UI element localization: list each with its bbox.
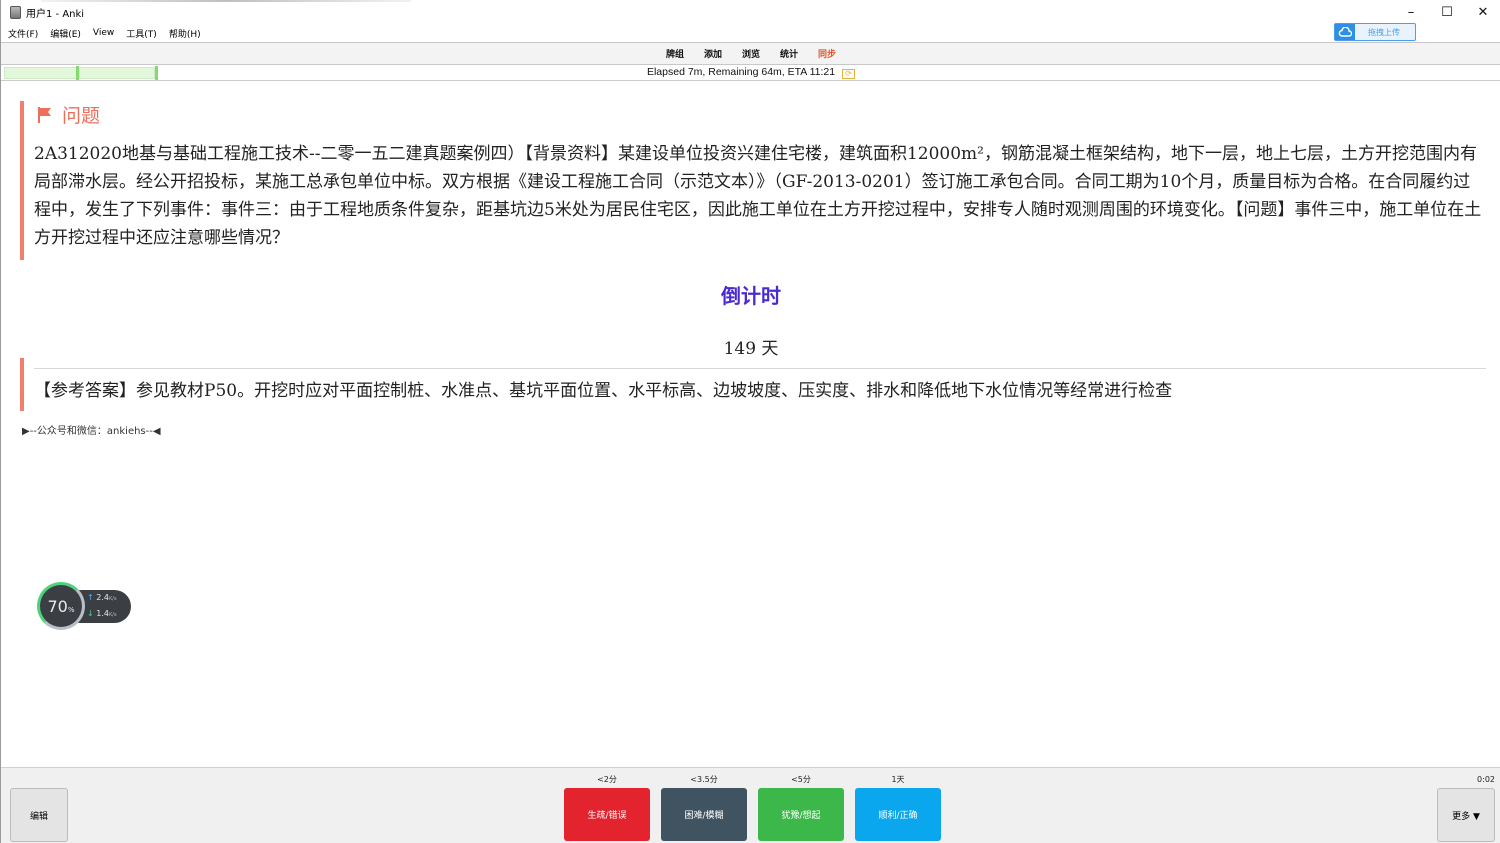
anki-app-icon <box>10 5 21 19</box>
flag-icon <box>38 106 52 123</box>
toolbar-sync[interactable]: 同步 <box>818 47 836 60</box>
maximize-button[interactable]: ☐ <box>1429 0 1465 24</box>
question-header: 问题 <box>38 101 100 128</box>
window-title: 用户1 - Anki <box>26 8 85 20</box>
upload-speed: ↑ 2.4K/s <box>87 593 117 602</box>
ease-button-good[interactable]: 犹豫/想起 <box>758 788 844 841</box>
toolbar-browse[interactable]: 浏览 <box>742 47 760 60</box>
toolbar-add[interactable]: 添加 <box>704 47 722 60</box>
title-bar: 用户1 - Anki – ☐ ✕ <box>1 0 1500 24</box>
progress-text-row: Elapsed 7m, Remaining 64m, ETA 11:21 ⟳ <box>1 66 1500 79</box>
main-toolbar: 牌组 添加 浏览 统计 同步 <box>1 42 1500 65</box>
close-button[interactable]: ✕ <box>1465 0 1500 24</box>
answer-block: 【参考答案】参见教材P50。开挖时应对平面控制桩、水准点、基坑平面位置、水平标高… <box>20 358 1486 411</box>
download-speed-value: 1.4 <box>96 609 109 618</box>
question-text: 2A312020地基与基础工程施工技术--二零一五二建真题案例四）【背景资料】某… <box>34 144 1482 248</box>
minimize-button[interactable]: – <box>1393 0 1429 24</box>
progress-status-text: Elapsed 7m, Remaining 64m, ETA 11:21 <box>646 66 836 78</box>
upload-speed-value: 2.4 <box>96 593 109 602</box>
card-view: 问题 2A312020地基与基础工程施工技术--二零一五二建真题案例四）【背景资… <box>1 82 1500 767</box>
drag-upload-label: 拖拽上传 <box>1368 27 1400 37</box>
question-block: 问题 2A312020地基与基础工程施工技术--二零一五二建真题案例四）【背景资… <box>20 101 1482 260</box>
footnote-text: ▶--公众号和微信：ankiehs--◀ <box>22 426 161 437</box>
toolbar-decks[interactable]: 牌组 <box>666 47 684 60</box>
countdown-title: 倒计时 <box>721 284 781 308</box>
drag-upload-button[interactable]: 拖拽上传 <box>1334 23 1416 41</box>
menu-tools[interactable]: 工具(T) <box>126 27 157 40</box>
memory-usage-percent: 70 <box>47 596 68 616</box>
menu-bar: 文件(F) 编辑(E) View 工具(T) 帮助(H) <box>1 25 213 41</box>
ease-interval-easy: 1天 <box>891 775 905 784</box>
question-heading: 问题 <box>62 105 101 127</box>
review-timer: 0:02 <box>1477 775 1495 784</box>
cloud-icon <box>1335 24 1355 40</box>
window-controls: – ☐ ✕ <box>1393 0 1500 24</box>
upload-arrow-icon: ↑ <box>87 593 94 602</box>
ease-interval-hard: <3.5分 <box>690 775 718 784</box>
answer-bar: 编辑 <2分 生疏/错误 <3.5分 困难/模糊 <5分 犹豫/想起 1天 顺利… <box>1 767 1500 843</box>
edit-button[interactable]: 编辑 <box>10 788 68 842</box>
memory-usage-unit: % <box>67 605 75 614</box>
answer-divider <box>34 368 1486 369</box>
more-button[interactable]: 更多 ▼ <box>1437 788 1495 842</box>
memory-usage-text: 70% <box>47 597 74 616</box>
ease-interval-good: <5分 <box>791 775 811 784</box>
menu-help[interactable]: 帮助(H) <box>169 27 201 40</box>
download-speed-unit: K/s <box>108 612 117 618</box>
answer-text: 【参考答案】参见教材P50。开挖时应对平面控制桩、水准点、基坑平面位置、水平标高… <box>34 381 1173 401</box>
review-progress-bar: Elapsed 7m, Remaining 64m, ETA 11:21 ⟳ <box>1 65 1500 81</box>
network-speed-widget[interactable]: 70% ↑ 2.4K/s ↓ 1.4K/s <box>37 582 133 630</box>
countdown-value: 149 天 <box>723 339 779 359</box>
ease-button-hard[interactable]: 困难/模糊 <box>661 788 747 841</box>
title-shadow <box>41 0 411 2</box>
menu-edit[interactable]: 编辑(E) <box>50 27 81 40</box>
download-speed: ↓ 1.4K/s <box>87 609 117 618</box>
menu-file[interactable]: 文件(F) <box>8 27 38 40</box>
memory-usage-ring: 70% <box>37 582 85 630</box>
ease-interval-again: <2分 <box>597 775 617 784</box>
toolbar-stats[interactable]: 统计 <box>780 47 798 60</box>
ease-button-easy[interactable]: 顺利/正确 <box>855 788 941 841</box>
ease-button-again[interactable]: 生疏/错误 <box>564 788 650 841</box>
upload-speed-unit: K/s <box>108 596 117 602</box>
refresh-icon[interactable]: ⟳ <box>842 69 856 79</box>
menu-view[interactable]: View <box>93 28 114 38</box>
download-arrow-icon: ↓ <box>87 609 94 618</box>
